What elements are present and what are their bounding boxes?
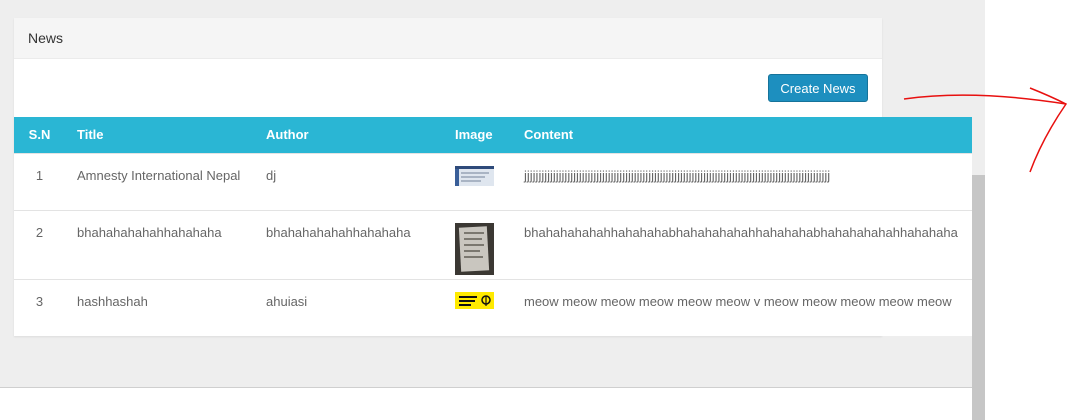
cell-sn: 3 [14,278,65,336]
column-header-sn[interactable]: S.N [14,117,65,153]
panel-title: News [14,18,882,59]
cell-title: Amnesty International Nepal [65,152,254,210]
cell-title: bhahahahahahhahahaha [65,209,254,279]
cell-image [443,152,512,210]
document-photo-thumbnail-image[interactable] [455,222,494,275]
table-header-row: S.N Title Author Image Content [14,117,972,153]
amnesty-logo-thumbnail-image[interactable] [455,291,494,309]
news-table: S.N Title Author Image Content 1 Amnesty… [14,117,972,336]
cell-author: ahuiasi [254,278,443,336]
table-row[interactable]: 3 hashhashah ahuiasi meow meow meow meow… [14,278,972,336]
news-table-container: S.N Title Author Image Content 1 Amnesty… [14,117,972,336]
column-header-author[interactable]: Author [254,117,443,153]
cell-author: bhahahahahahhahahaha [254,209,443,279]
cell-sn: 2 [14,209,65,279]
screenshot-thumbnail-image[interactable] [455,165,494,186]
column-header-title[interactable]: Title [65,117,254,153]
red-arrow-annotation [903,87,1068,173]
table-row[interactable]: 2 bhahahahahahhahahaha bhahahahahahhahah… [14,209,972,279]
cell-title: hashhashah [65,278,254,336]
cell-sn: 1 [14,152,65,210]
cell-content: bhahahahahahhahahahabhahahahahahhahahaha… [512,209,972,279]
right-margin [985,0,1069,420]
cell-author: dj [254,152,443,210]
cell-content: meow meow meow meow meow meow v meow meo… [512,278,972,336]
table-row[interactable]: 1 Amnesty International Nepal dj jjjjjjj… [14,152,972,210]
column-header-image[interactable]: Image [443,117,512,153]
cell-image [443,209,512,279]
create-news-button[interactable]: Create News [768,74,868,102]
cell-image [443,278,512,336]
vertical-scrollbar[interactable] [972,175,985,420]
